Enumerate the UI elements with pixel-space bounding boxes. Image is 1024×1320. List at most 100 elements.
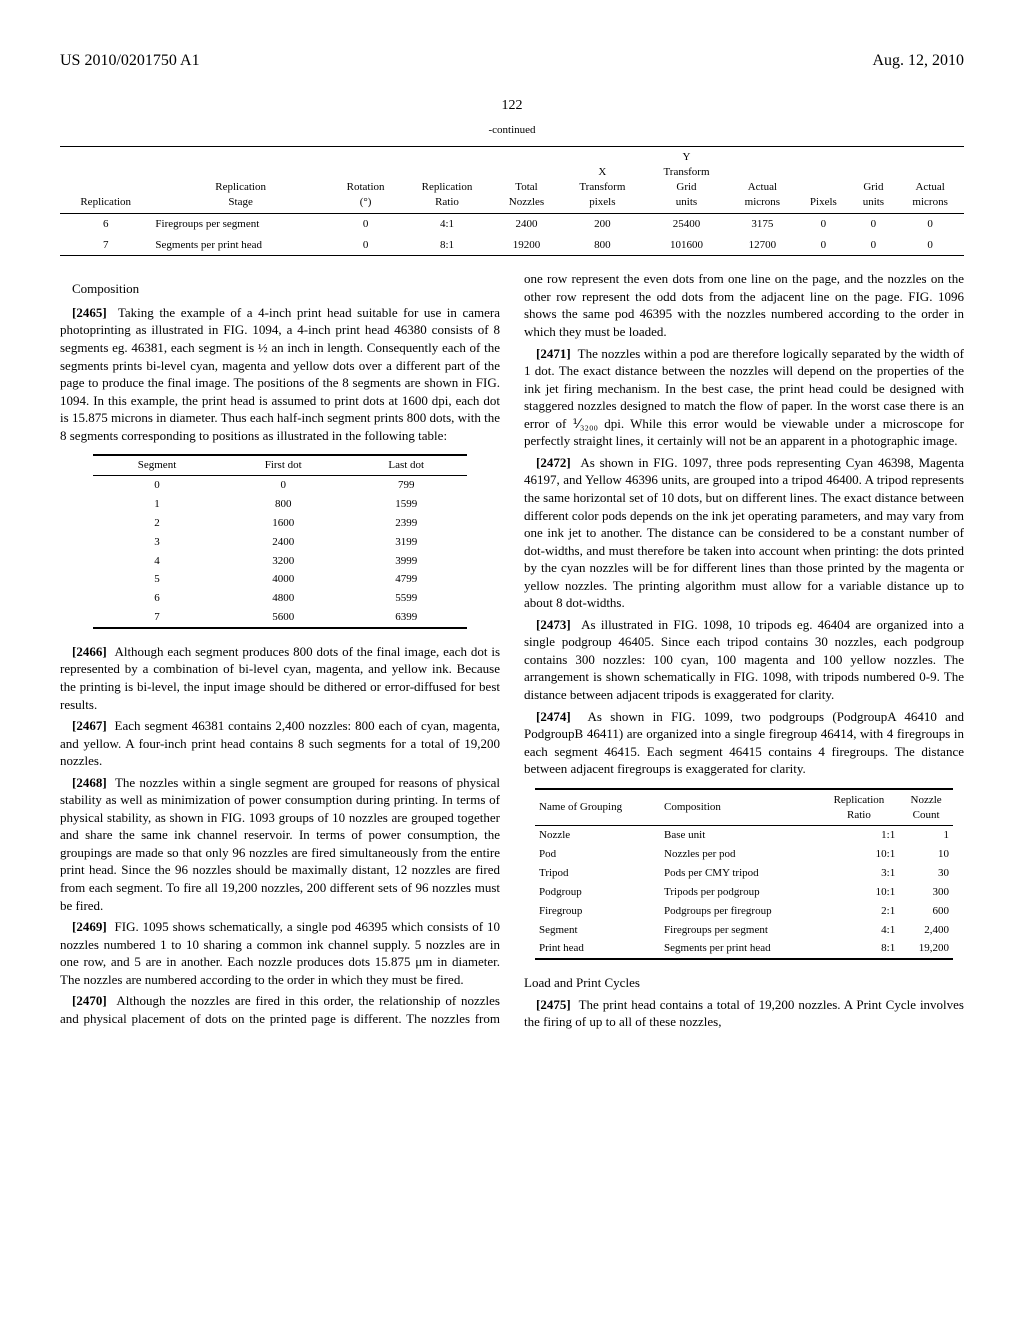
table-cell: 4:1 (819, 921, 900, 940)
table-row: 540004799 (93, 570, 467, 589)
para-text: The print head contains a total of 19,20… (524, 997, 964, 1030)
table-cell: Segment (535, 921, 660, 940)
table-row: 18001599 (93, 495, 467, 514)
table-cell: 12700 (729, 235, 797, 256)
table-row: PodgroupTripods per podgroup10:1300 (535, 883, 953, 902)
table-cell: 25400 (644, 213, 728, 234)
table-cell: 5600 (221, 608, 345, 628)
para-text: FIG. 1095 shows schematically, a single … (60, 919, 500, 987)
table-cell: 0 (851, 213, 897, 234)
table-header: TotalNozzles (493, 147, 561, 213)
para-text: Taking the example of a 4-inch print hea… (60, 305, 500, 443)
table-cell: 6399 (345, 608, 467, 628)
table-header: First dot (221, 455, 345, 475)
page-number: 122 (60, 97, 964, 116)
table-cell: 6 (93, 589, 221, 608)
table-cell: 800 (560, 235, 644, 256)
table-row: TripodPods per CMY tripod3:130 (535, 864, 953, 883)
table-header: Replication (60, 147, 151, 213)
table-cell: Tripod (535, 864, 660, 883)
table-cell: 0 (896, 213, 964, 234)
table-header: Composition (660, 789, 819, 826)
table-header: Last dot (345, 455, 467, 475)
table-row: Print headSegments per print head8:119,2… (535, 939, 953, 959)
para-text: As illustrated in FIG. 1098, 10 tripods … (524, 617, 964, 702)
table-cell: 3175 (729, 213, 797, 234)
table-cell: 2:1 (819, 902, 900, 921)
table-header: Actualmicrons (896, 147, 964, 213)
table-cell: Pods per CMY tripod (660, 864, 819, 883)
table-row: PodNozzles per pod10:110 (535, 845, 953, 864)
table-cell: 101600 (644, 235, 728, 256)
table-cell: 1 (899, 826, 953, 845)
table-cell: 8:1 (819, 939, 900, 959)
para-label: [2470] (72, 993, 107, 1008)
table-cell: 0 (796, 235, 850, 256)
table-cell: 1 (93, 495, 221, 514)
table-cell: Podgroup (535, 883, 660, 902)
top-table: ReplicationReplicationStageRotation(°)Re… (60, 146, 964, 256)
table-row: 432003999 (93, 552, 467, 571)
table-header: YTransformGridunits (644, 147, 728, 213)
table-cell: 3199 (345, 533, 467, 552)
para-label: [2475] (536, 997, 571, 1012)
page-header: US 2010/0201750 A1 Aug. 12, 2010 (60, 50, 964, 72)
para-text: Each segment 46381 contains 2,400 nozzle… (60, 718, 500, 768)
table-cell: 799 (345, 476, 467, 495)
table-cell: 5599 (345, 589, 467, 608)
table-header: Segment (93, 455, 221, 475)
table-cell: Segments per print head (151, 235, 329, 256)
table-cell: 1600 (221, 514, 345, 533)
table-cell: 0 (221, 476, 345, 495)
table-row: 7Segments per print head08:1192008001016… (60, 235, 964, 256)
table-header: Actualmicrons (729, 147, 797, 213)
para-label: [2466] (72, 644, 107, 659)
table-header: ReplicationStage (151, 147, 329, 213)
table-cell: 10:1 (819, 845, 900, 864)
table-cell: Nozzle (535, 826, 660, 845)
table-cell: 30 (899, 864, 953, 883)
table-cell: 0 (851, 235, 897, 256)
table-row: NozzleBase unit1:11 (535, 826, 953, 845)
table-cell: 2,400 (899, 921, 953, 940)
table-cell: 0 (896, 235, 964, 256)
table-cell: Tripods per podgroup (660, 883, 819, 902)
table-cell: 7 (93, 608, 221, 628)
table-cell: 3999 (345, 552, 467, 571)
table-header: Rotation(°) (330, 147, 401, 213)
table-row: 324003199 (93, 533, 467, 552)
para-text: As shown in FIG. 1099, two podgroups (Po… (524, 709, 964, 777)
table-cell: 4000 (221, 570, 345, 589)
table-cell: 1599 (345, 495, 467, 514)
table-cell: Segments per print head (660, 939, 819, 959)
table-row: FiregroupPodgroups per firegroup2:1600 (535, 902, 953, 921)
table-cell: 0 (330, 213, 401, 234)
table-cell: Firegroups per segment (660, 921, 819, 940)
grouping-table: Name of GroupingCompositionReplicationRa… (535, 788, 953, 961)
para-label: [2472] (536, 455, 571, 470)
table-row: 648005599 (93, 589, 467, 608)
para-label: [2473] (536, 617, 571, 632)
table-cell: Print head (535, 939, 660, 959)
table-cell: 3200 (221, 552, 345, 571)
para-label: [2471] (536, 346, 571, 361)
segment-table: SegmentFirst dotLast dot 007991800159921… (93, 454, 467, 629)
table-cell: 2 (93, 514, 221, 533)
para-text: As shown in FIG. 1097, three pods repres… (524, 455, 964, 610)
table-row: 756006399 (93, 608, 467, 628)
para-label: [2468] (72, 775, 107, 790)
table-cell: 0 (796, 213, 850, 234)
table-row: 216002399 (93, 514, 467, 533)
para-label: [2474] (536, 709, 571, 724)
table-header: Pixels (796, 147, 850, 213)
table-cell: 8:1 (401, 235, 492, 256)
table-cell: 7 (60, 235, 151, 256)
table-cell: 800 (221, 495, 345, 514)
table-cell: 3:1 (819, 864, 900, 883)
heading-composition: Composition (60, 280, 500, 298)
table-cell: 10:1 (819, 883, 900, 902)
table-cell: 0 (330, 235, 401, 256)
table-cell: 2400 (493, 213, 561, 234)
table-cell: 0 (93, 476, 221, 495)
para-text: The nozzles within a pod are therefore l… (524, 346, 964, 449)
